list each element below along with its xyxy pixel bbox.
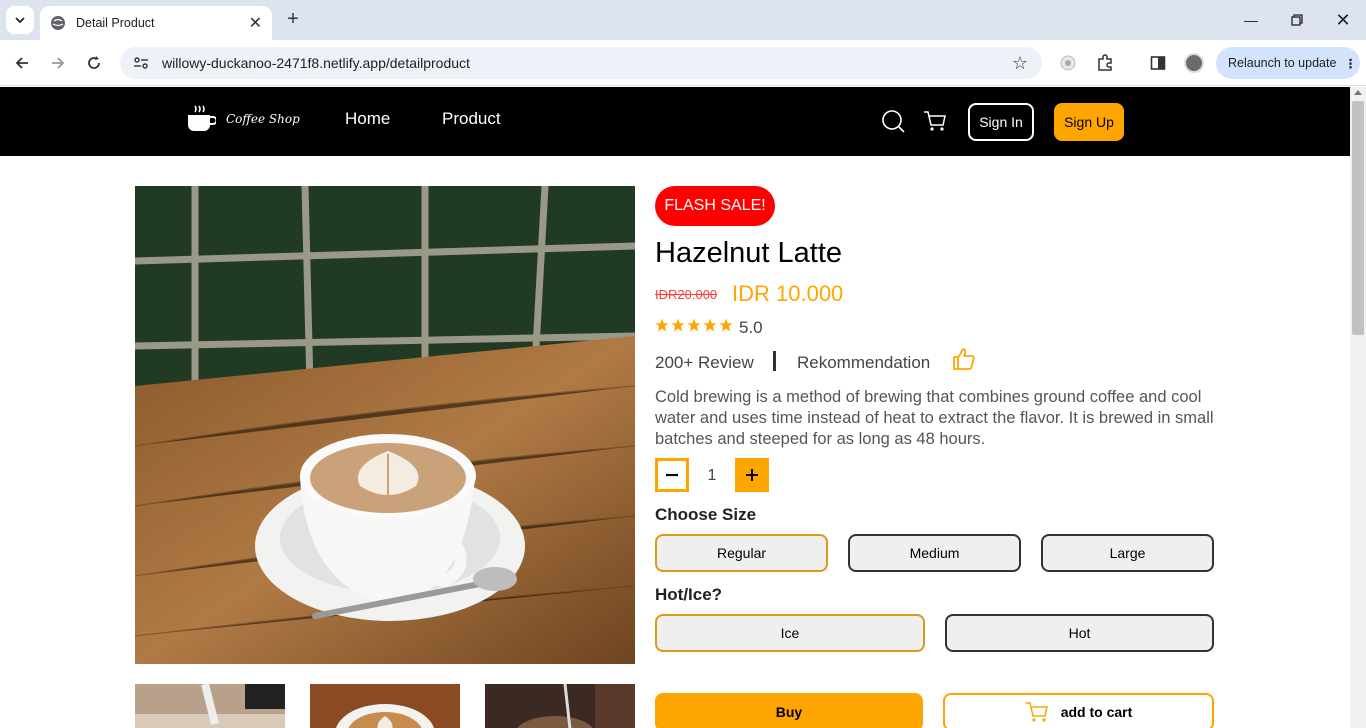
- original-price: IDR20.000: [655, 287, 718, 302]
- minus-icon: [666, 473, 678, 477]
- browser-toolbar: willowy-duckanoo-2471f8.netlify.app/deta…: [0, 40, 1366, 86]
- scrollbar-thumb[interactable]: [1352, 101, 1364, 335]
- buy-button[interactable]: Buy: [655, 693, 923, 728]
- tab-title: Detail Product: [76, 16, 155, 30]
- more-menu-icon[interactable]: ⋮: [1344, 56, 1357, 71]
- product-main-image[interactable]: [135, 186, 635, 664]
- window-close-icon[interactable]: ✕: [1320, 0, 1366, 40]
- browser-tab-strip: Detail Product ✕ + — ✕: [0, 0, 1366, 40]
- sign-in-button[interactable]: Sign In: [968, 103, 1034, 141]
- product-thumbnail[interactable]: [310, 684, 460, 728]
- logo-text: Coffee Shop: [226, 112, 300, 126]
- quantity-decrease-button[interactable]: [655, 458, 689, 492]
- sale-price: IDR 10.000: [732, 281, 844, 306]
- size-option-regular[interactable]: Regular: [655, 534, 828, 572]
- new-tab-button[interactable]: +: [282, 8, 304, 30]
- product-description: Cold brewing is a method of brewing that…: [655, 388, 1214, 448]
- relaunch-label: Relaunch to update: [1228, 56, 1337, 70]
- flash-sale-badge: FLASH SALE!: [655, 186, 775, 226]
- nav-link-product[interactable]: Product: [442, 109, 501, 129]
- coffee-cup-icon: [188, 105, 216, 131]
- search-icon[interactable]: [881, 109, 905, 133]
- tab-close-icon[interactable]: ✕: [249, 13, 262, 33]
- rating-stars: [655, 318, 733, 332]
- quantity-increase-button[interactable]: [735, 458, 769, 492]
- browser-tab[interactable]: Detail Product ✕: [40, 6, 272, 40]
- page-scrollbar[interactable]: [1350, 87, 1366, 728]
- site-logo[interactable]: Coffee Shop: [186, 105, 300, 133]
- star-icon: [703, 318, 717, 332]
- rating-value: 5.0: [739, 318, 763, 337]
- address-bar[interactable]: willowy-duckanoo-2471f8.netlify.app/deta…: [120, 47, 1042, 79]
- star-icon: [671, 318, 685, 332]
- puzzle-icon[interactable]: [1094, 52, 1116, 74]
- star-icon: [655, 318, 669, 332]
- product-thumbnail[interactable]: [485, 684, 635, 728]
- size-option-medium[interactable]: Medium: [848, 534, 1021, 572]
- profile-avatar[interactable]: [1184, 53, 1204, 73]
- forward-icon[interactable]: [44, 49, 72, 77]
- thumbs-up-icon[interactable]: [952, 347, 976, 371]
- nav-link-home[interactable]: Home: [345, 109, 390, 129]
- side-panel-icon[interactable]: [1147, 52, 1169, 74]
- url-text: willowy-duckanoo-2471f8.netlify.app/deta…: [162, 55, 470, 71]
- plus-icon: [746, 469, 758, 481]
- size-label: Choose Size: [655, 505, 757, 524]
- divider: [773, 351, 776, 371]
- recommendation-label: Rekommendation: [797, 353, 931, 372]
- review-count[interactable]: 200+ Review: [655, 353, 754, 373]
- temperature-option-ice[interactable]: Ice: [655, 614, 925, 652]
- chevron-down-icon: [15, 17, 25, 24]
- quantity-value: 1: [707, 467, 717, 484]
- cart-icon: [1025, 702, 1048, 722]
- restore-icon[interactable]: [1274, 0, 1320, 40]
- product-title: Hazelnut Latte: [655, 237, 843, 269]
- minimize-icon[interactable]: —: [1228, 0, 1274, 40]
- star-icon: [719, 318, 733, 332]
- extension-icon[interactable]: [1057, 52, 1079, 74]
- reload-icon[interactable]: [80, 49, 108, 77]
- site-settings-icon[interactable]: [132, 54, 150, 72]
- sign-up-button[interactable]: Sign Up: [1054, 103, 1124, 141]
- site-navbar: Coffee Shop Home Product Sign In Sign Up: [0, 87, 1350, 156]
- cart-icon[interactable]: [923, 109, 947, 133]
- scroll-up-arrow-icon[interactable]: [1354, 90, 1362, 95]
- add-to-cart-button[interactable]: add to cart: [943, 693, 1214, 728]
- add-to-cart-label: add to cart: [1060, 704, 1133, 720]
- product-thumbnail[interactable]: [135, 684, 285, 728]
- relaunch-button[interactable]: Relaunch to update ⋮: [1216, 47, 1360, 79]
- back-icon[interactable]: [8, 49, 36, 77]
- tab-search-button[interactable]: [6, 6, 34, 34]
- star-icon: [687, 318, 701, 332]
- bookmark-star-icon[interactable]: ☆: [1012, 53, 1028, 74]
- temperature-option-hot[interactable]: Hot: [945, 614, 1214, 652]
- temperature-label: Hot/Ice?: [655, 585, 723, 604]
- globe-icon: [51, 16, 65, 30]
- page-viewport: Coffee Shop Home Product Sign In Sign Up: [0, 87, 1350, 728]
- size-option-large[interactable]: Large: [1041, 534, 1214, 572]
